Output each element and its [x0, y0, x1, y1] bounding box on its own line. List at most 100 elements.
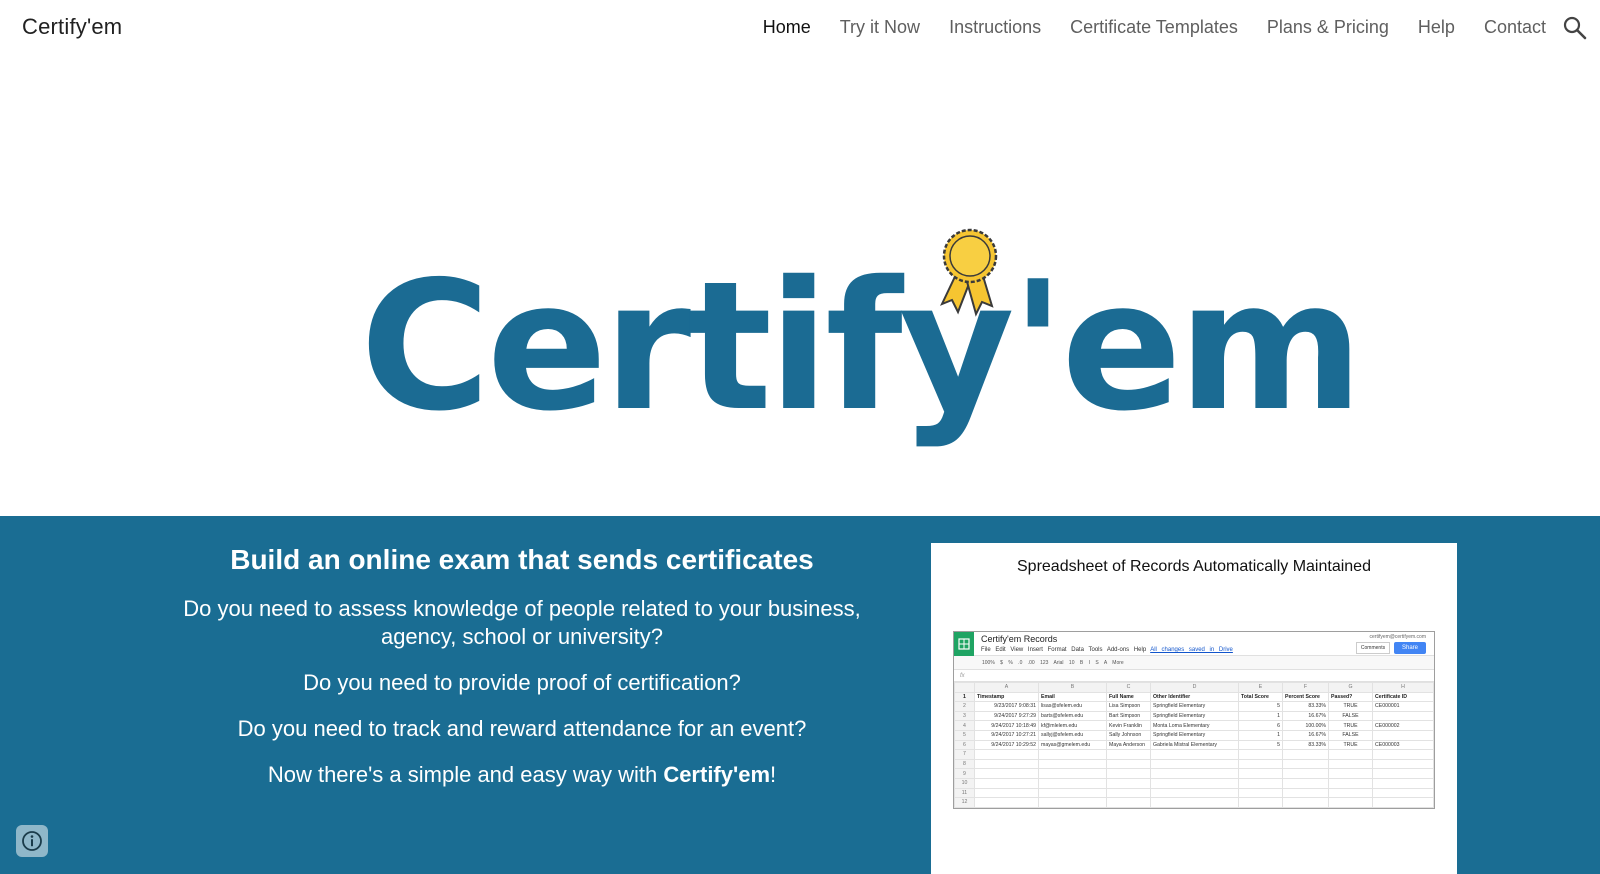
- row-number: 8: [954, 758, 975, 770]
- sheet-toolbar: 100% $ % .0 .00 123 Arial 10 B I S A Mor…: [954, 656, 1434, 670]
- sheet-cell: 5: [1238, 739, 1283, 751]
- row-number: 12: [954, 797, 975, 808]
- sheet-cell: 6: [1238, 720, 1283, 731]
- sheet-cell: Other Identifier: [1150, 691, 1239, 703]
- sheet-corner: [954, 682, 975, 693]
- sheet-cell: 16.67%: [1282, 729, 1329, 741]
- sheet-col-g: G: [1328, 682, 1373, 693]
- sheet-cell: FALSE: [1328, 710, 1373, 722]
- row-number: 6: [954, 739, 975, 751]
- sheet-cell: 5: [1238, 701, 1283, 712]
- row-number: 2: [954, 701, 975, 712]
- table-row: 3 9/24/2017 9:27:29 barts@sfelem.edu Bar…: [954, 710, 1434, 722]
- hero-section: Certify'em: [0, 58, 1600, 516]
- sheet-name: Certify'em Records: [981, 634, 1058, 644]
- table-row: 9: [954, 768, 1434, 779]
- sheet-col-d: D: [1150, 682, 1239, 693]
- sheet-cell: Email: [1038, 691, 1107, 703]
- row-number: 11: [954, 787, 975, 799]
- table-row: 4 9/24/2017 10:18:49 kf@mlelem.edu Kevin…: [954, 720, 1434, 731]
- row-number: 5: [954, 729, 975, 741]
- site-title[interactable]: Certify'em: [22, 14, 122, 40]
- spreadsheet-card: Spreadsheet of Records Automatically Mai…: [931, 543, 1457, 874]
- sheet-cell: Total Score: [1238, 691, 1283, 703]
- info-icon[interactable]: [16, 825, 48, 857]
- row-number: 4: [954, 720, 975, 731]
- sheet-cell: 9/23/2017 9:08:31: [974, 701, 1039, 712]
- sheet-cell: 83.33%: [1282, 739, 1329, 751]
- intro-heading: Build an online exam that sends certific…: [230, 544, 814, 575]
- intro-band: Build an online exam that sends certific…: [0, 516, 1600, 874]
- question-proof: Do you need to provide proof of certific…: [303, 670, 741, 696]
- sheet-cell: Passed?: [1328, 691, 1373, 703]
- sheet-cell: 9/24/2017 10:29:52: [974, 739, 1039, 751]
- sheet-cell: lisas@sfelem.edu: [1038, 701, 1107, 712]
- nav-plans-pricing[interactable]: Plans & Pricing: [1267, 17, 1389, 38]
- sheet-column-headers: A B C D E F G H: [954, 682, 1434, 693]
- row-number: 7: [954, 749, 975, 760]
- nav-try-it-now[interactable]: Try it Now: [840, 17, 920, 38]
- table-row: 5 9/24/2017 10:27:21 sallyj@sfelem.edu S…: [954, 729, 1434, 741]
- sheet-col-e: E: [1238, 682, 1283, 693]
- row-number: 9: [954, 768, 975, 779]
- sheet-cell: Timestamp: [974, 691, 1039, 703]
- sheet-share-button: Share: [1394, 642, 1426, 654]
- nav-instructions[interactable]: Instructions: [949, 17, 1041, 38]
- award-ribbon-icon: [940, 228, 998, 317]
- card-title: Spreadsheet of Records Automatically Mai…: [1017, 558, 1371, 575]
- sheet-cell: 9/24/2017 10:27:21: [974, 729, 1039, 741]
- nav-contact[interactable]: Contact: [1484, 17, 1546, 38]
- row-number: 10: [954, 777, 975, 789]
- sheet-grid: A B C D E F G H 1 Timestamp Email Full N…: [954, 682, 1434, 808]
- certifyem-logo: Certify'em: [360, 228, 1363, 478]
- closing-suffix: !: [770, 762, 777, 788]
- nav-help[interactable]: Help: [1418, 17, 1455, 38]
- sheet-cell: [1372, 710, 1434, 722]
- sheet-formula-bar: fx: [954, 670, 1434, 682]
- sheet-cell: kf@mlelem.edu: [1038, 720, 1107, 731]
- sheet-cell: 9/24/2017 9:27:29: [974, 710, 1039, 722]
- closing-prefix: Now there's a simple and easy way with: [267, 762, 664, 788]
- table-row: 11: [954, 787, 1434, 799]
- row-number: 3: [954, 710, 975, 722]
- nav-certificate-templates[interactable]: Certificate Templates: [1070, 17, 1238, 38]
- sheet-cell: Gabriela Mistral Elementary: [1150, 739, 1239, 751]
- sheet-col-c: C: [1106, 682, 1151, 693]
- sheet-comments-button: Comments: [1356, 642, 1390, 654]
- sheet-cell: Monta Loma Elementary: [1150, 720, 1239, 731]
- sheet-cell: TRUE: [1328, 720, 1373, 731]
- row-number: 1: [954, 691, 975, 703]
- intro-text: Build an online exam that sends certific…: [170, 542, 874, 807]
- search-icon[interactable]: [1562, 15, 1588, 41]
- sheet-cell: CE000001: [1372, 701, 1434, 712]
- sheet-cell: Certificate ID: [1372, 691, 1434, 703]
- sheet-cell: Lisa Simpson: [1106, 701, 1151, 712]
- sheet-cell: CE000002: [1372, 720, 1434, 731]
- logo-wordmark: Certify'em: [360, 243, 1363, 450]
- sheet-cell: 83.33%: [1282, 701, 1329, 712]
- sheet-email: certifyem@certifyem.com: [1369, 634, 1426, 640]
- sheet-cell: sallyj@sfelem.edu: [1038, 729, 1107, 741]
- table-row: 2 9/23/2017 9:08:31 lisas@sfelem.edu Lis…: [954, 701, 1434, 712]
- sheet-menu-items: File Edit View Insert Format Data Tools …: [981, 647, 1147, 653]
- nav-home[interactable]: Home: [763, 17, 811, 38]
- site-header: Certify'em Home Try it Now Instructions …: [0, 0, 1600, 58]
- sheet-cell: 100.00%: [1282, 720, 1329, 731]
- sheet-cell: Springfield Elementary: [1150, 729, 1239, 741]
- sheet-cell: Springfield Elementary: [1150, 701, 1239, 712]
- sheet-cell: 9/24/2017 10:18:49: [974, 720, 1039, 731]
- sheet-header: Certify'em Records File Edit View Insert…: [954, 632, 1434, 656]
- sheet-cell: Sally Johnson: [1106, 729, 1151, 741]
- sheet-col-b: B: [1038, 682, 1107, 693]
- closing-line: Now there's a simple and easy way with C…: [170, 761, 874, 789]
- sheet-col-h: H: [1372, 682, 1434, 693]
- sheet-col-a: A: [974, 682, 1039, 693]
- sheet-cell: FALSE: [1328, 729, 1373, 741]
- sheet-cell: 16.67%: [1282, 710, 1329, 722]
- closing-brand: Certify'em: [663, 762, 771, 788]
- sheet-cell: Percent Score: [1282, 691, 1329, 703]
- sheet-cell: TRUE: [1328, 739, 1373, 751]
- sheet-cell: [1372, 729, 1434, 741]
- sheet-cell: Maya Anderson: [1106, 739, 1151, 751]
- table-row: 8: [954, 758, 1434, 770]
